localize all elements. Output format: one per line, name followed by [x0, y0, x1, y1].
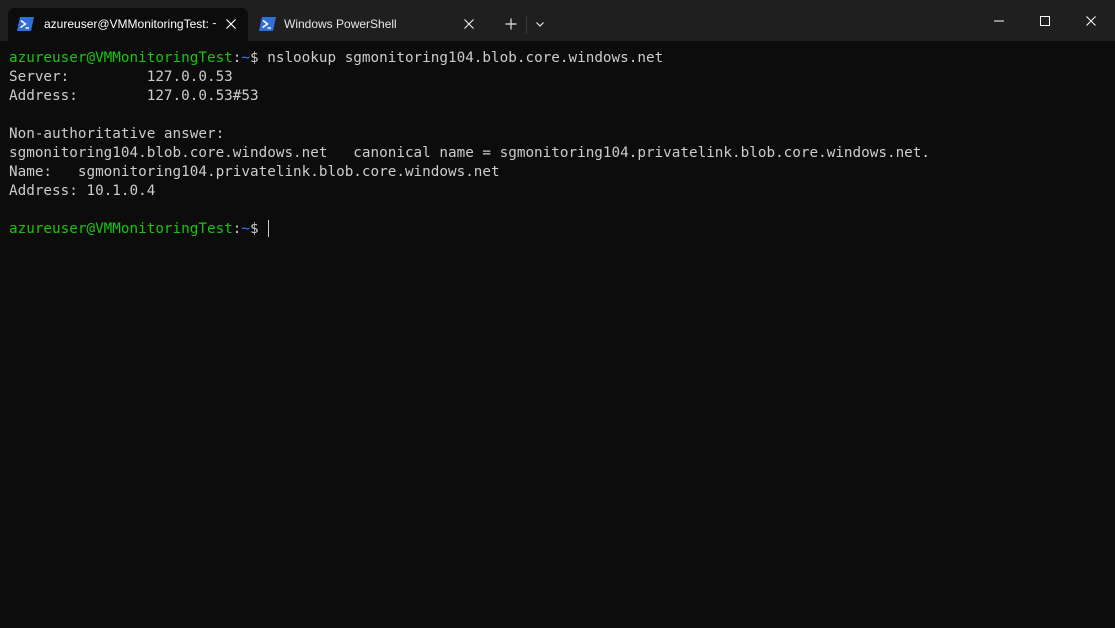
prompt-path: ~ — [241, 50, 251, 66]
command-line: azureuser@VMMonitoringTest:~$ nslookup s… — [9, 49, 1109, 68]
tab-title: azureuser@VMMonitoringTest: ~ — [44, 17, 216, 31]
titlebar-separator — [526, 16, 527, 34]
new-tab-button[interactable] — [497, 8, 525, 40]
terminal-window: azureuser@VMMonitoringTest: ~ Windows Po… — [0, 0, 1115, 628]
close-window-button[interactable] — [1068, 0, 1114, 41]
prompt-path: ~ — [241, 221, 251, 237]
prompt-symbol: $ — [250, 50, 259, 66]
close-icon[interactable] — [224, 17, 238, 31]
output-line: Server: 127.0.0.53 — [9, 69, 233, 85]
output-line: Address: 127.0.0.53#53 — [9, 88, 259, 104]
prompt-user: azureuser@VMMonitoringTest — [9, 221, 233, 237]
tab-ubuntu-session[interactable]: azureuser@VMMonitoringTest: ~ — [8, 8, 248, 41]
current-prompt-line[interactable]: azureuser@VMMonitoringTest:~$ — [9, 219, 1109, 239]
output-line: Name: sgmonitoring104.privatelink.blob.c… — [9, 164, 500, 180]
powershell-icon — [259, 17, 276, 31]
tab-title: Windows PowerShell — [284, 17, 397, 31]
chevron-down-icon — [536, 22, 544, 27]
tab-windows-powershell[interactable]: Windows PowerShell — [250, 8, 486, 41]
output-line: Non-authoritative answer: — [9, 126, 225, 142]
close-icon[interactable] — [462, 17, 476, 31]
command-text: nslookup sgmonitoring104.blob.core.windo… — [258, 50, 664, 66]
tab-dropdown-button[interactable] — [528, 8, 552, 40]
minimize-icon — [994, 20, 1004, 21]
powershell-icon — [17, 17, 34, 31]
prompt-symbol: $ — [250, 221, 259, 237]
output-line: Address: 10.1.0.4 — [9, 183, 156, 199]
maximize-icon — [1040, 15, 1050, 26]
output-line: sgmonitoring104.blob.core.windows.net ca… — [9, 145, 930, 161]
maximize-button[interactable] — [1022, 0, 1068, 41]
terminal-output[interactable]: azureuser@VMMonitoringTest:~$ nslookup s… — [9, 49, 1109, 239]
text-cursor — [267, 219, 270, 237]
close-icon — [1086, 15, 1096, 26]
plus-icon — [505, 18, 517, 30]
title-bar[interactable]: azureuser@VMMonitoringTest: ~ Windows Po… — [0, 0, 1115, 41]
prompt-user: azureuser@VMMonitoringTest — [9, 50, 233, 66]
minimize-button[interactable] — [976, 0, 1022, 41]
